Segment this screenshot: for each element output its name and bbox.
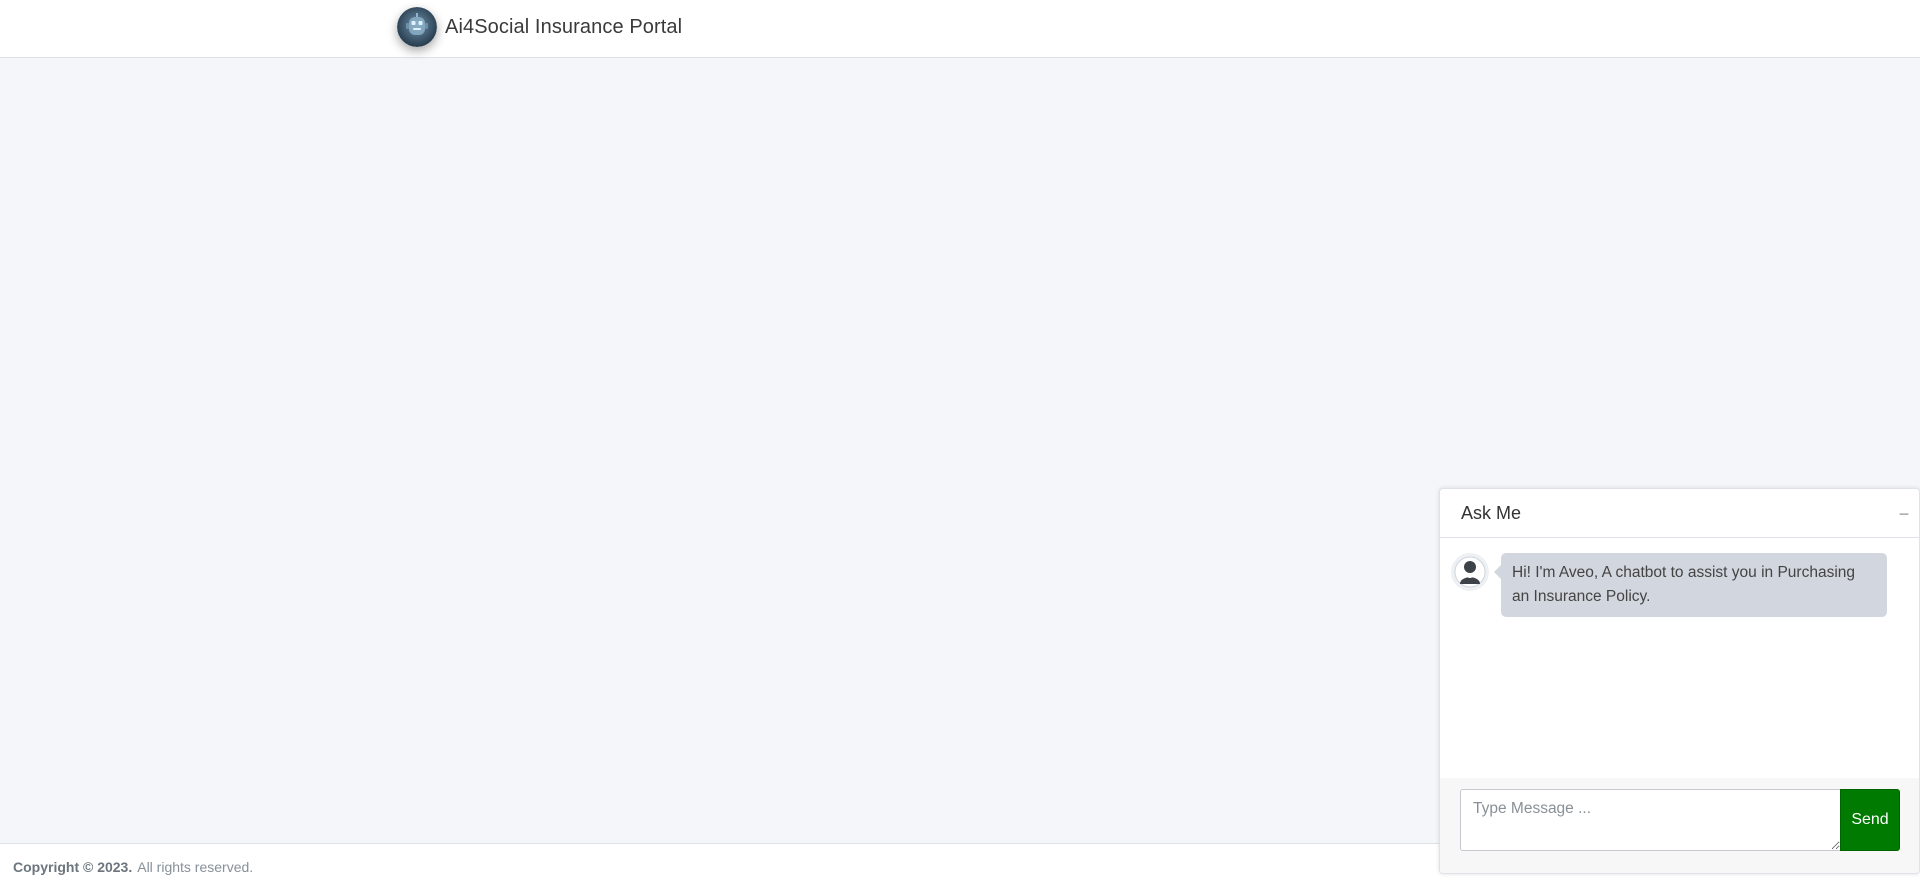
chat-message-bubble: Hi! I'm Aveo, A chatbot to assist you in…: [1494, 553, 1887, 617]
top-navbar: Ai4Social Insurance Portal: [0, 0, 1920, 58]
chat-title: Ask Me: [1461, 502, 1522, 523]
message-input[interactable]: [1460, 789, 1840, 851]
minimize-button[interactable]: −: [1889, 499, 1919, 529]
send-button[interactable]: Send: [1840, 789, 1900, 851]
chat-messages[interactable]: Hi! I'm Aveo, A chatbot to assist you in…: [1440, 538, 1919, 778]
minus-icon: −: [1898, 503, 1910, 524]
chat-widget: Ask Me − Hi! I'm Aveo, A chatbot to assi…: [1439, 488, 1920, 874]
user-avatar-icon: [1451, 553, 1489, 591]
robot-logo-icon: [397, 7, 437, 47]
rights-text: All rights reserved.: [137, 859, 254, 875]
brand-link[interactable]: Ai4Social Insurance Portal: [397, 5, 682, 49]
app-title: Ai4Social Insurance Portal: [445, 15, 683, 38]
chat-message: Hi! I'm Aveo, A chatbot to assist you in…: [1451, 553, 1887, 617]
copyright-text: Copyright © 2023.: [13, 859, 133, 875]
chat-input-area: Send: [1440, 778, 1919, 873]
chat-header: Ask Me −: [1440, 489, 1919, 538]
